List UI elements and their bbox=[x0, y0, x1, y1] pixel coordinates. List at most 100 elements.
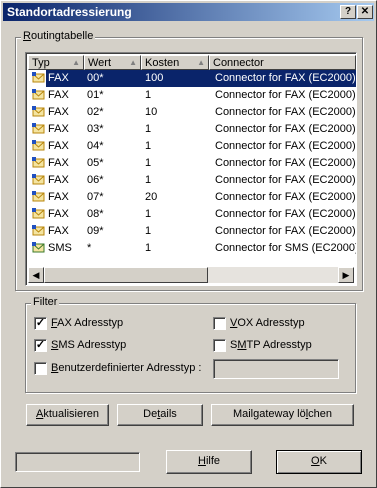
cell-connector: Connector for FAX (EC2000) bbox=[215, 174, 356, 186]
details-button[interactable]: Details bbox=[117, 404, 203, 426]
cell-wert: 00* bbox=[84, 70, 144, 87]
cell-wert: 06* bbox=[87, 174, 104, 186]
cell-kosten: 1 bbox=[145, 242, 152, 254]
table-row[interactable]: FAX 07* 20 Connector for FAX (EC2000) bbox=[28, 189, 356, 206]
sort-arrow-icon: ▲ bbox=[72, 58, 80, 67]
horizontal-scrollbar[interactable]: ◀ ▶ bbox=[28, 267, 354, 283]
fax-connector-icon bbox=[32, 225, 45, 236]
title-bar[interactable]: Standortadressierung ? ✕ bbox=[3, 3, 374, 21]
cell-wert: * bbox=[87, 242, 92, 254]
table-row[interactable]: FAX 03* 1 Connector for FAX (EC2000) bbox=[28, 121, 356, 138]
column-header-wert[interactable]: Wert ▲ bbox=[84, 55, 141, 70]
cell-connector: Connector for FAX (EC2000) bbox=[209, 70, 356, 87]
cell-kosten: 1 bbox=[145, 140, 152, 152]
custom-type-checkbox[interactable] bbox=[34, 362, 47, 375]
cell-connector: Connector for FAX (EC2000) bbox=[215, 106, 356, 118]
cell-typ: FAX bbox=[48, 225, 69, 237]
cell-wert: 04* bbox=[87, 140, 104, 152]
cell-kosten: 100 bbox=[141, 70, 213, 87]
cell-kosten: 10 bbox=[145, 106, 158, 118]
scroll-left-button[interactable]: ◀ bbox=[28, 267, 44, 283]
routing-group-label: Routingtabelle bbox=[21, 30, 96, 42]
refresh-button[interactable]: Aktualisieren bbox=[26, 404, 109, 426]
cell-kosten: 1 bbox=[145, 174, 152, 186]
cell-kosten: 1 bbox=[145, 225, 152, 237]
sort-arrow-icon: ▲ bbox=[129, 58, 137, 67]
ok-button[interactable]: OK bbox=[276, 450, 362, 474]
cell-typ: FAX bbox=[48, 191, 69, 203]
cell-wert: 02* bbox=[87, 106, 104, 118]
smtp-checkbox-label: SMTP Adresstyp bbox=[230, 339, 312, 351]
table-row[interactable]: FAX 01* 1 Connector for FAX (EC2000) bbox=[28, 87, 356, 104]
cell-typ: FAX bbox=[48, 106, 69, 118]
column-header-kosten[interactable]: Kosten ▲ bbox=[141, 55, 209, 70]
window-title: Standortadressierung bbox=[7, 5, 132, 19]
sms-checkbox-label: SMS Adresstyp bbox=[51, 339, 127, 351]
table-row[interactable]: FAX 00* 100 Connector for FAX (EC2000) bbox=[28, 70, 356, 87]
fax-connector-icon bbox=[32, 89, 45, 100]
scroll-thumb[interactable] bbox=[44, 267, 208, 283]
cell-typ: FAX bbox=[48, 123, 69, 135]
table-row[interactable]: FAX 04* 1 Connector for FAX (EC2000) bbox=[28, 138, 356, 155]
cell-connector: Connector for FAX (EC2000) bbox=[215, 208, 356, 220]
smtp-checkbox[interactable] bbox=[213, 339, 226, 352]
cell-connector: Connector for FAX (EC2000) bbox=[215, 157, 356, 169]
table-row[interactable]: FAX 05* 1 Connector for FAX (EC2000) bbox=[28, 155, 356, 172]
cell-typ: FAX bbox=[46, 70, 84, 87]
scroll-right-button[interactable]: ▶ bbox=[338, 267, 354, 283]
custom-type-input[interactable] bbox=[213, 359, 339, 379]
sms-connector-icon bbox=[32, 242, 45, 253]
fax-connector-icon bbox=[32, 72, 45, 83]
fax-checkbox-label: FAX Adresstyp bbox=[51, 317, 124, 329]
cell-connector: Connector for FAX (EC2000) bbox=[215, 140, 356, 152]
cell-connector: Connector for FAX (EC2000) bbox=[215, 89, 356, 101]
fax-connector-icon bbox=[32, 123, 45, 134]
cell-connector: Connector for SMS (EC2000) bbox=[215, 242, 357, 254]
column-header-connector[interactable]: Connector bbox=[209, 55, 356, 70]
cell-typ: FAX bbox=[48, 140, 69, 152]
cell-kosten: 1 bbox=[145, 157, 152, 169]
cell-kosten: 1 bbox=[145, 123, 152, 135]
vox-checkbox[interactable] bbox=[213, 317, 226, 330]
cell-wert: 07* bbox=[87, 191, 104, 203]
routing-table[interactable]: Typ ▲ Wert ▲ Kosten ▲ Connector FAX 00* 100 Co… bbox=[25, 52, 357, 286]
cell-wert: 08* bbox=[87, 208, 104, 220]
cell-typ: FAX bbox=[48, 89, 69, 101]
table-row[interactable]: FAX 06* 1 Connector for FAX (EC2000) bbox=[28, 172, 356, 189]
filter-group-label: Filter bbox=[31, 296, 60, 308]
vox-checkbox-label: VOX Adresstyp bbox=[230, 317, 305, 329]
table-row[interactable]: FAX 09* 1 Connector for FAX (EC2000) bbox=[28, 223, 356, 240]
table-row[interactable]: SMS * 1 Connector for SMS (EC2000) bbox=[28, 240, 357, 257]
cell-typ: FAX bbox=[48, 208, 69, 220]
cell-typ: FAX bbox=[48, 174, 69, 186]
table-row[interactable]: FAX 02* 10 Connector for FAX (EC2000) bbox=[28, 104, 356, 121]
sort-arrow-icon: ▲ bbox=[197, 58, 205, 67]
table-row[interactable]: FAX 08* 1 Connector for FAX (EC2000) bbox=[28, 206, 356, 223]
fax-checkbox[interactable]: ✓ bbox=[34, 317, 47, 330]
close-title-button[interactable]: ✕ bbox=[357, 5, 373, 19]
cell-typ: SMS bbox=[48, 242, 72, 254]
fax-connector-icon bbox=[32, 157, 45, 168]
custom-type-checkbox-label: Benutzerdefinierter Adresstyp : bbox=[51, 362, 202, 374]
cell-connector: Connector for FAX (EC2000) bbox=[215, 225, 356, 237]
dialog-window: Standortadressierung ? ✕ Routingtabelle … bbox=[0, 0, 377, 488]
help-button[interactable]: Hilfe bbox=[166, 450, 252, 474]
column-header-typ[interactable]: Typ ▲ bbox=[28, 55, 84, 70]
help-title-button[interactable]: ? bbox=[340, 5, 356, 19]
cell-wert: 05* bbox=[87, 157, 104, 169]
cell-connector: Connector for FAX (EC2000) bbox=[215, 191, 356, 203]
status-field bbox=[15, 452, 140, 472]
fax-connector-icon bbox=[32, 106, 45, 117]
cell-kosten: 20 bbox=[145, 191, 158, 203]
cell-kosten: 1 bbox=[145, 208, 152, 220]
fax-connector-icon bbox=[32, 208, 45, 219]
delete-mailgateway-button[interactable]: Mailgateway lölchen bbox=[211, 404, 354, 426]
fax-connector-icon bbox=[32, 174, 45, 185]
cell-kosten: 1 bbox=[145, 89, 152, 101]
cell-typ: FAX bbox=[48, 157, 69, 169]
cell-wert: 03* bbox=[87, 123, 104, 135]
fax-connector-icon bbox=[32, 140, 45, 151]
sms-checkbox[interactable]: ✓ bbox=[34, 339, 47, 352]
cell-wert: 01* bbox=[87, 89, 104, 101]
fax-connector-icon bbox=[32, 191, 45, 202]
